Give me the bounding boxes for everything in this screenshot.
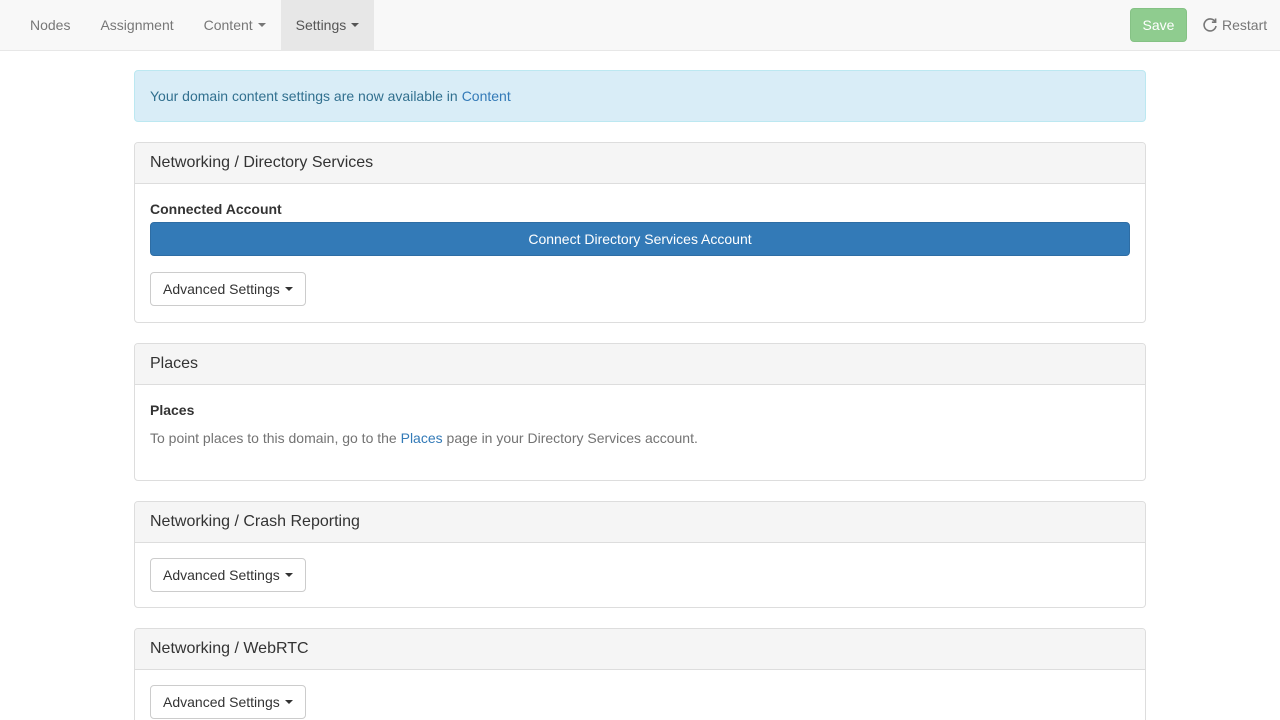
nav-item-content-dropdown[interactable]: Content [189,0,281,50]
restart-label: Restart [1222,17,1268,33]
caret-down-icon [257,23,266,27]
caret-down-icon [351,23,360,27]
places-text-after: page in your Directory Services account. [446,430,698,446]
save-button[interactable]: Save [1130,8,1187,42]
places-text-before: To point places to this domain, go to th… [150,430,397,446]
caret-down-icon [284,700,293,704]
advanced-settings-label: Advanced Settings [163,694,280,710]
panel-title: Networking / Directory Services [135,143,1145,184]
advanced-settings-button[interactable]: Advanced Settings [150,685,306,719]
nav-item-nodes[interactable]: Nodes [15,0,85,50]
connect-account-button[interactable]: Connect Directory Services Account [150,222,1130,256]
nav-item-label: Settings [295,17,347,33]
nav-item-label: Nodes [30,17,71,33]
panel-directory-services: Networking / Directory Services Connecte… [134,142,1146,323]
panel-crash-reporting: Networking / Crash Reporting Advanced Se… [134,501,1146,608]
nav-item-label: Assignment [100,17,174,33]
panel-places: Places Places To point places to this do… [134,343,1146,481]
advanced-settings-label: Advanced Settings [163,567,280,583]
nav-item-label: Content [203,17,253,33]
connected-account-label: Connected Account [150,201,282,217]
info-alert: Your domain content settings are now ava… [134,70,1146,122]
caret-down-icon [284,573,293,577]
nav-item-settings-dropdown[interactable]: Settings [280,0,375,50]
advanced-settings-label: Advanced Settings [163,281,280,297]
panel-title: Networking / Crash Reporting [135,502,1145,543]
nav-menu: Nodes Assignment Content Settings [15,0,375,50]
places-help-text: To point places to this domain, go to th… [150,428,1130,448]
caret-down-icon [284,287,293,291]
places-label: Places [150,402,195,418]
alert-text: Your domain content settings are now ava… [150,88,458,104]
top-navbar: Nodes Assignment Content Settings Save R… [0,0,1280,51]
panel-title: Networking / WebRTC [135,629,1145,670]
refresh-icon [1202,17,1218,33]
nav-item-assignment[interactable]: Assignment [85,0,188,50]
panel-webrtc: Networking / WebRTC Advanced Settings [134,628,1146,720]
places-link[interactable]: Places [401,430,443,446]
content-link[interactable]: Content [462,88,511,104]
advanced-settings-button[interactable]: Advanced Settings [150,558,306,592]
panel-title: Places [135,344,1145,385]
advanced-settings-button[interactable]: Advanced Settings [150,272,306,306]
restart-button[interactable]: Restart [1202,8,1267,42]
